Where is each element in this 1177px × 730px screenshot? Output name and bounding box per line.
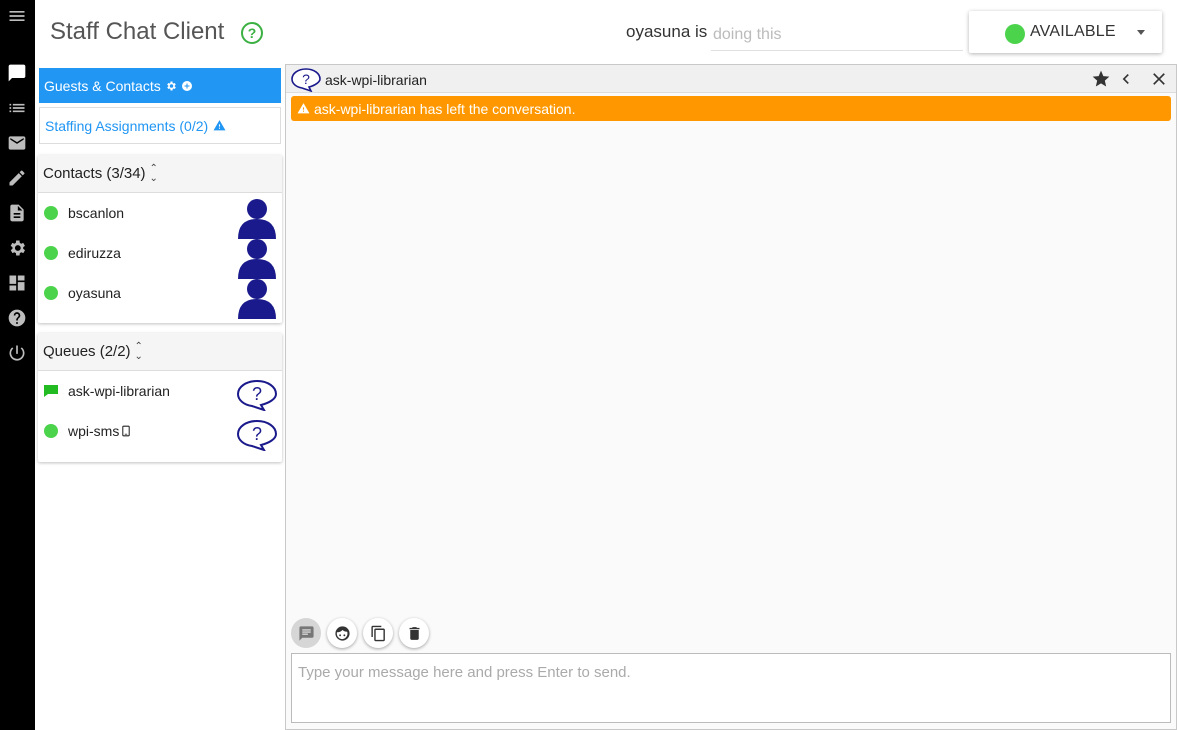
online-status-dot [44, 286, 58, 300]
sort-icon[interactable]: ⌃ ⌄ [150, 163, 158, 184]
availability-dot [1005, 24, 1025, 44]
online-status-dot [44, 246, 58, 260]
contact-row[interactable]: bscanlon [38, 193, 282, 239]
left-conversation-alert: ask-wpi-librarian has left the conversat… [291, 96, 1171, 121]
availability-label: AVAILABLE [1030, 23, 1116, 40]
queues-header-label: Queues (2/2) [43, 343, 131, 360]
person-icon [238, 279, 276, 319]
canned-message-button[interactable] [291, 618, 321, 648]
contact-name: oyasuna [68, 285, 121, 301]
queue-row[interactable]: wpi-sms ? [38, 411, 282, 451]
help-icon[interactable] [5, 306, 29, 330]
dashboard-icon[interactable] [5, 271, 29, 295]
contacts-header[interactable]: Contacts (3/34) ⌃ ⌄ [38, 155, 282, 193]
left-rail [0, 0, 35, 730]
contact-name: bscanlon [68, 205, 125, 221]
chat-header: ? ask-wpi-librarian [286, 65, 1176, 93]
warning-icon [297, 103, 310, 114]
contact-row[interactable]: ediruzza [38, 233, 282, 279]
queues-header[interactable]: Queues (2/2) ⌃ ⌄ [38, 333, 282, 371]
queue-row[interactable]: ask-wpi-librarian ? [38, 371, 282, 411]
chat-title: ask-wpi-librarian [325, 72, 427, 88]
star-icon[interactable] [1091, 69, 1111, 89]
chat-toolbar [291, 618, 429, 648]
online-status-dot [44, 206, 58, 220]
svg-text:?: ? [252, 384, 262, 404]
message-icon [298, 625, 314, 641]
caret-down-icon [1137, 30, 1145, 35]
queues-card: Queues (2/2) ⌃ ⌄ ask-wpi-librarian ? wpi-… [38, 333, 282, 462]
face-icon [334, 625, 350, 641]
list-icon[interactable] [5, 96, 29, 120]
trash-icon [409, 626, 419, 640]
question-bubble-icon: ? [236, 419, 278, 451]
guests-contacts-tab[interactable]: Guests & Contacts [39, 68, 281, 103]
close-icon[interactable] [1149, 69, 1169, 89]
contacts-card: Contacts (3/34) ⌃ ⌄ bscanlon ediruzza oya… [38, 155, 282, 323]
message-input[interactable] [291, 653, 1171, 723]
warning-icon [213, 120, 226, 131]
copy-icon [370, 625, 385, 641]
gear-icon[interactable] [5, 236, 29, 260]
app-title: Staff Chat Client [50, 18, 225, 45]
guests-contacts-label: Guests & Contacts [44, 77, 161, 94]
mail-icon[interactable] [5, 131, 29, 155]
staffing-assignments-tab[interactable]: Staffing Assignments (0/2) [39, 107, 281, 144]
document-icon[interactable] [5, 201, 29, 225]
queue-name-wrap: wpi-sms [68, 423, 131, 439]
chat-panel: ? ask-wpi-librarian ask-wpi-librarian ha… [285, 64, 1177, 730]
emoji-button[interactable] [327, 618, 357, 648]
chevron-left-icon[interactable] [1116, 69, 1136, 89]
availability-dropdown[interactable]: AVAILABLE [969, 11, 1162, 53]
queue-name: ask-wpi-librarian [68, 383, 170, 399]
svg-text:?: ? [252, 424, 262, 444]
power-icon[interactable] [5, 341, 29, 365]
staffing-assignments-label: Staffing Assignments (0/2) [45, 117, 209, 134]
online-status-dot [44, 424, 58, 438]
contact-name: ediruzza [68, 245, 121, 261]
delete-button[interactable] [399, 618, 429, 648]
title-help-icon[interactable]: ? [240, 21, 264, 45]
add-circle-icon[interactable] [181, 80, 193, 92]
status-input[interactable] [711, 19, 963, 51]
gear-icon[interactable] [165, 80, 177, 92]
contacts-header-label: Contacts (3/34) [43, 165, 146, 182]
contact-row[interactable]: oyasuna [38, 273, 282, 319]
alert-text: ask-wpi-librarian has left the conversat… [314, 100, 576, 117]
active-chat-icon [44, 385, 58, 397]
copy-button[interactable] [363, 618, 393, 648]
status-username: oyasuna is [626, 22, 708, 41]
sort-icon[interactable]: ⌃ ⌄ [135, 341, 143, 362]
mobile-phone-icon [122, 425, 131, 437]
svg-text:?: ? [248, 25, 257, 41]
chat-icon[interactable] [5, 61, 29, 85]
menu-icon[interactable] [5, 4, 29, 28]
question-bubble-icon: ? [236, 379, 278, 411]
queue-name: wpi-sms [68, 423, 120, 439]
pencil-icon[interactable] [5, 166, 29, 190]
question-bubble-icon: ? [291, 68, 321, 92]
svg-text:?: ? [302, 71, 310, 87]
